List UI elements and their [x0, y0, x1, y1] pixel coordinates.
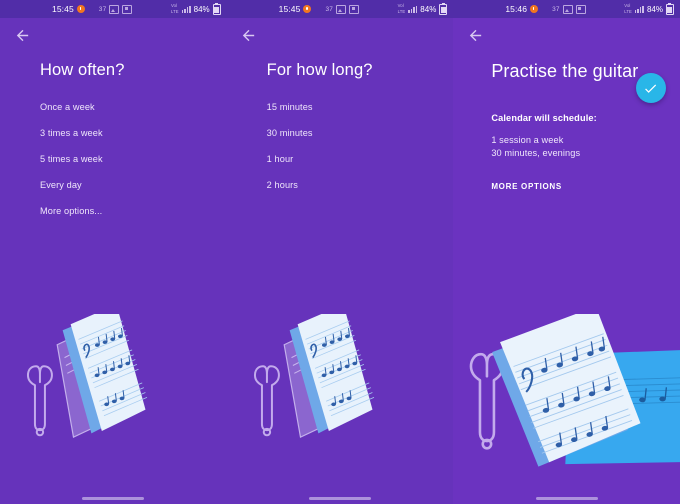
- back-button[interactable]: [463, 23, 487, 47]
- status-left-group: 15:45: [52, 4, 85, 14]
- option-list: Once a week 3 times a week 5 times a wee…: [40, 102, 227, 217]
- battery-icon: [665, 2, 674, 15]
- alarm-icon: [303, 5, 312, 13]
- illustration-sheet-music: [0, 314, 227, 504]
- battery-icon: [212, 2, 221, 15]
- gesture-bar[interactable]: [82, 497, 145, 500]
- status-right-group: Vol LTE 84%: [624, 2, 674, 15]
- status-left-group: 15:46: [505, 4, 539, 14]
- summary-line: 1 session a week: [491, 134, 564, 145]
- app-bar: [227, 18, 454, 52]
- app-bar: [453, 18, 680, 52]
- status-data-label: 37: [98, 5, 107, 13]
- sim-icon: [122, 4, 133, 14]
- summary-heading: Calendar will schedule:: [491, 112, 597, 123]
- battery-percent: 84%: [193, 4, 210, 14]
- battery-percent: 84%: [420, 4, 437, 14]
- network-line-1: Vol: [624, 3, 631, 9]
- status-data-label: 37: [552, 5, 560, 13]
- list-item[interactable]: 2 hours: [267, 181, 454, 190]
- check-icon: [645, 84, 657, 93]
- list-item[interactable]: 30 minutes: [267, 128, 454, 138]
- illustration-sheet-music-large: [453, 314, 680, 504]
- status-right-group: Vol LTE 84%: [170, 2, 221, 15]
- network-type-icon: Vol LTE: [170, 3, 179, 14]
- back-button[interactable]: [237, 23, 261, 47]
- list-item[interactable]: Every day: [40, 181, 227, 190]
- list-item-more-options[interactable]: More options...: [40, 207, 227, 216]
- more-options-button[interactable]: MORE OPTIONS: [491, 182, 680, 191]
- schedule-summary: Calendar will schedule: 1 session a week…: [491, 113, 680, 161]
- status-clock: 15:46: [505, 4, 528, 14]
- screens-container: 15:45 37 Vol LTE 84% How often? Once a w…: [0, 0, 680, 504]
- network-type-icon: Vol LTE: [397, 3, 406, 14]
- image-icon: [109, 4, 120, 14]
- network-line-2: LTE: [397, 8, 406, 14]
- network-line-2: LTE: [624, 8, 632, 14]
- status-right-group: Vol LTE 84%: [397, 2, 448, 15]
- page-title: How often?: [40, 61, 125, 79]
- list-item[interactable]: Once a week: [40, 102, 227, 112]
- screen-summary: 15:46 37 Vol LTE 84% Practise the guitar…: [453, 0, 680, 504]
- network-type-icon: Vol LTE: [624, 3, 632, 14]
- screen-for-how-long: 15:45 37 Vol LTE 84% For how long? 15 mi…: [226, 0, 454, 504]
- option-list: 15 minutes 30 minutes 1 hour 2 hours: [267, 102, 454, 191]
- sim-icon: [575, 4, 586, 14]
- list-item[interactable]: 1 hour: [267, 154, 454, 164]
- image-icon: [562, 4, 573, 14]
- summary-line: 30 minutes, evenings: [491, 147, 581, 158]
- alarm-icon: [530, 5, 539, 13]
- gesture-bar[interactable]: [535, 497, 598, 500]
- illustration-sheet-music: [227, 314, 454, 504]
- list-item[interactable]: 3 times a week: [40, 128, 227, 138]
- network-line-1: Vol: [170, 3, 178, 9]
- status-clock: 15:45: [278, 4, 301, 14]
- image-icon: [336, 4, 347, 14]
- list-item[interactable]: 5 times a week: [40, 154, 227, 164]
- battery-icon: [439, 2, 448, 15]
- status-data-label: 37: [325, 5, 334, 13]
- signal-bars-icon: [408, 5, 418, 13]
- status-mid-group: 37: [552, 4, 586, 14]
- signal-bars-icon: [634, 5, 644, 13]
- page-title: For how long?: [266, 61, 373, 79]
- alarm-icon: [76, 5, 85, 13]
- screen-how-often: 15:45 37 Vol LTE 84% How often? Once a w…: [0, 0, 227, 504]
- battery-percent: 84%: [646, 4, 663, 14]
- arrow-left-icon: [242, 29, 255, 41]
- network-line-2: LTE: [170, 8, 179, 14]
- network-line-1: Vol: [397, 3, 404, 9]
- back-button[interactable]: [10, 23, 34, 47]
- arrow-left-icon: [469, 29, 481, 41]
- status-bar: 15:45 37 Vol LTE 84%: [0, 0, 227, 18]
- gesture-bar[interactable]: [308, 497, 371, 500]
- status-clock: 15:45: [52, 4, 74, 14]
- arrow-left-icon: [16, 29, 28, 41]
- status-mid-group: 37: [325, 4, 360, 14]
- status-left-group: 15:45: [279, 4, 312, 14]
- status-bar: 15:45 37 Vol LTE 84%: [226, 0, 454, 18]
- confirm-button[interactable]: [635, 73, 666, 103]
- list-item[interactable]: 15 minutes: [267, 102, 454, 112]
- status-bar: 15:46 37 Vol LTE 84%: [453, 0, 680, 18]
- sim-icon: [349, 4, 360, 14]
- app-bar: [0, 18, 227, 52]
- status-mid-group: 37: [98, 4, 133, 14]
- signal-bars-icon: [181, 5, 191, 13]
